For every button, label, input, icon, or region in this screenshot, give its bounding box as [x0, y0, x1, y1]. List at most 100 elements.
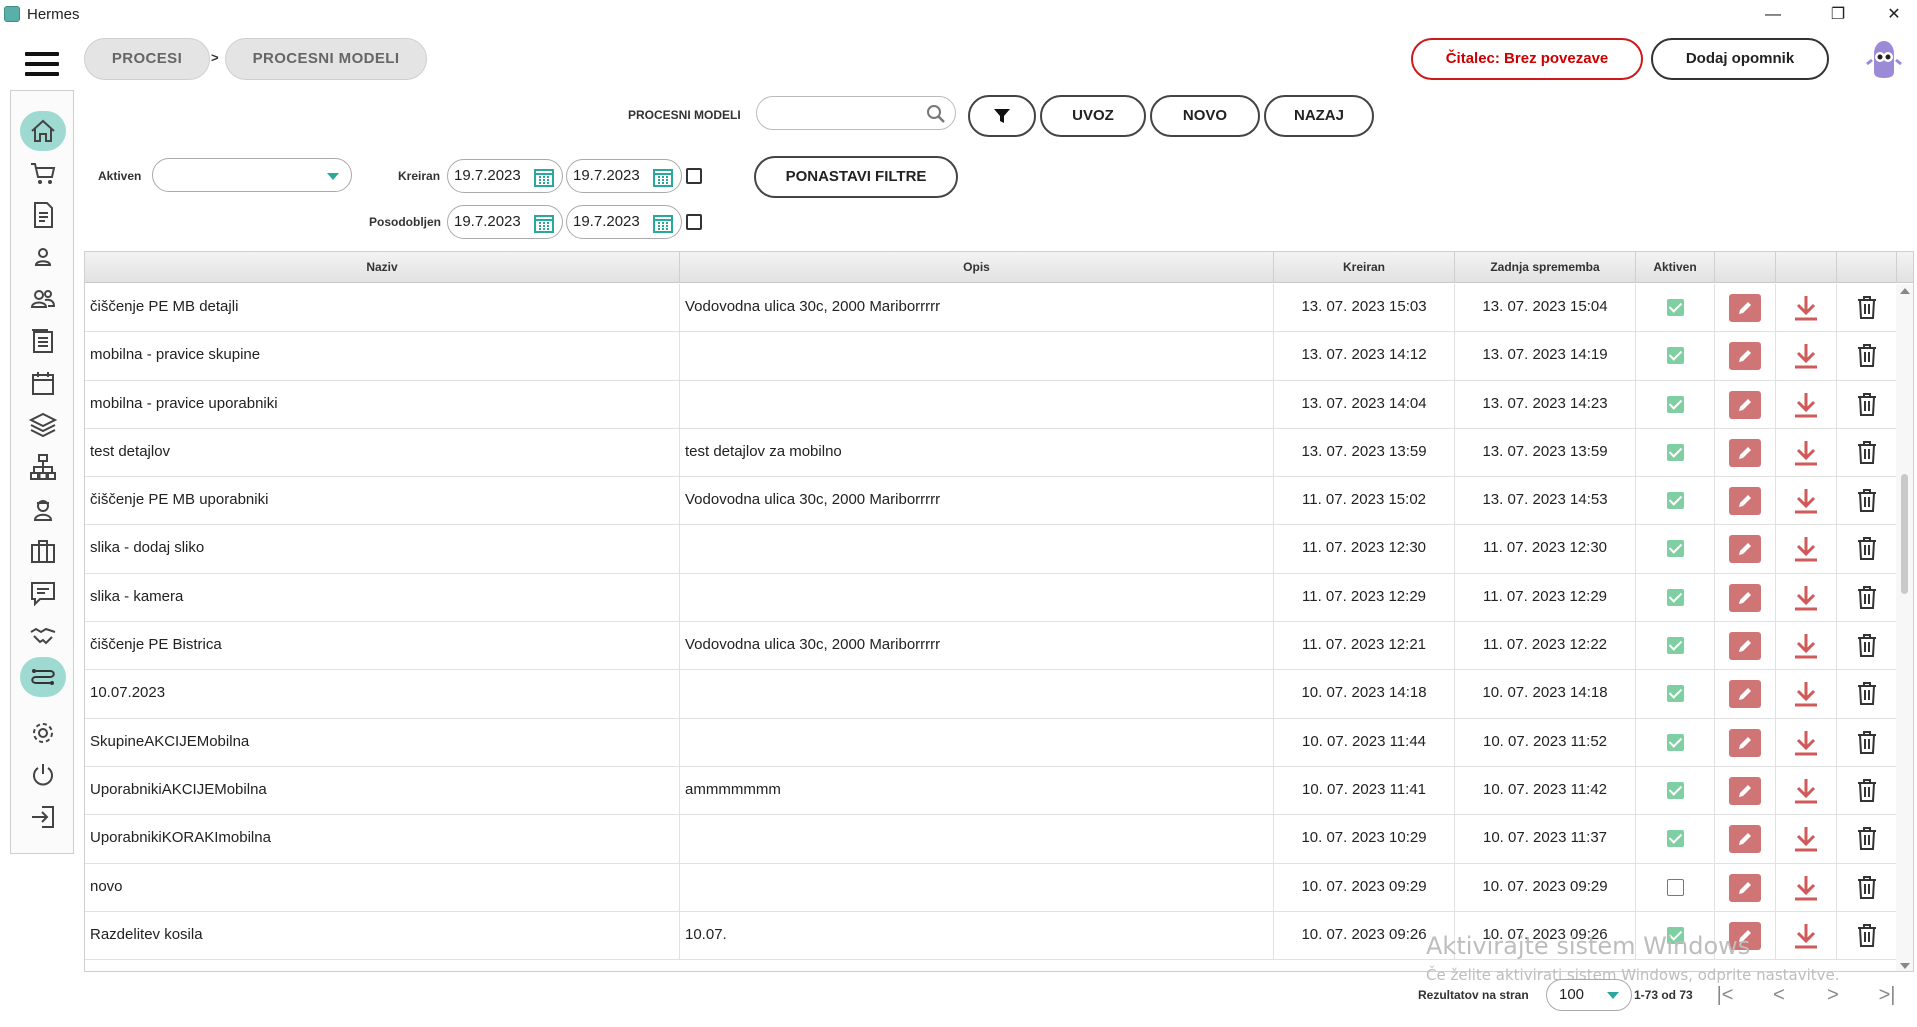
delete-button[interactable] [1854, 390, 1880, 429]
nav-handshake[interactable] [20, 615, 66, 655]
created-from-date[interactable]: 19.7.2023 [447, 159, 563, 193]
nav-power[interactable] [20, 755, 66, 795]
delete-button[interactable] [1854, 921, 1880, 960]
created-filter-checkbox[interactable] [686, 168, 702, 184]
nav-user[interactable] [20, 237, 66, 277]
calendar-icon[interactable] [653, 213, 673, 233]
calendar-icon[interactable] [534, 167, 554, 187]
download-button[interactable] [1791, 921, 1821, 960]
nav-hierarchy[interactable] [20, 447, 66, 487]
import-button[interactable]: UVOZ [1040, 95, 1146, 137]
active-filter-select[interactable] [152, 158, 352, 192]
download-button[interactable] [1791, 583, 1821, 622]
column-header-naziv[interactable]: Naziv [85, 252, 680, 283]
prev-page-button[interactable]: < [1766, 982, 1792, 1008]
nav-chat[interactable] [20, 573, 66, 613]
nav-worker[interactable] [20, 489, 66, 529]
download-button[interactable] [1791, 873, 1821, 912]
table-row[interactable]: čiščenje PE Bistrica Vodovodna ulica 30c,… [85, 622, 1897, 671]
column-header-opis[interactable]: Opis [680, 252, 1274, 283]
menu-icon[interactable] [25, 52, 59, 76]
first-page-button[interactable]: |< [1712, 982, 1738, 1008]
edit-button[interactable] [1729, 487, 1761, 516]
download-button[interactable] [1791, 824, 1821, 863]
delete-button[interactable] [1854, 534, 1880, 573]
nav-calendar[interactable] [20, 363, 66, 403]
table-row[interactable]: test detajlov test detajlov za mobilno 13.… [85, 428, 1897, 478]
edit-button[interactable] [1729, 632, 1761, 661]
nav-list[interactable] [20, 321, 66, 361]
nav-users[interactable] [20, 279, 66, 319]
nav-briefcase[interactable] [20, 531, 66, 571]
delete-button[interactable] [1854, 873, 1880, 912]
search-icon[interactable] [925, 103, 947, 125]
breadcrumb-procesi[interactable]: PROCESI [84, 38, 210, 80]
updated-filter-checkbox[interactable] [686, 214, 702, 230]
last-page-button[interactable]: >| [1874, 982, 1900, 1008]
nav-processes[interactable] [20, 657, 66, 697]
edit-button[interactable] [1729, 294, 1761, 322]
download-button[interactable] [1791, 534, 1821, 573]
edit-button[interactable] [1729, 390, 1761, 419]
filter-button[interactable] [968, 95, 1036, 137]
column-header-kreiran[interactable]: Kreiran [1274, 252, 1455, 283]
nav-cart[interactable] [20, 153, 66, 193]
search-input[interactable] [756, 96, 956, 130]
table-row[interactable]: slika - dodaj sliko 11. 07. 2023 12:30 11.… [85, 525, 1897, 574]
delete-button[interactable] [1854, 631, 1880, 670]
download-button[interactable] [1791, 776, 1821, 815]
back-button[interactable]: NAZAJ [1264, 95, 1374, 137]
scroll-down-icon[interactable] [1900, 963, 1910, 969]
table-row[interactable]: čiščenje PE MB detajli Vodovodna ulica 30… [85, 284, 1897, 333]
nav-settings[interactable] [20, 713, 66, 753]
edit-button[interactable] [1729, 342, 1761, 371]
table-row[interactable]: čiščenje PE MB uporabniki Vodovodna ulica… [85, 477, 1897, 526]
calendar-icon[interactable] [534, 213, 554, 233]
nav-home[interactable] [20, 111, 66, 151]
new-button[interactable]: NOVO [1150, 95, 1260, 137]
delete-button[interactable] [1854, 486, 1880, 525]
table-row[interactable]: 10.07.2023 10. 07. 2023 14:18 10. 07. 2023… [85, 670, 1897, 719]
add-reminder-button[interactable]: Dodaj opomnik [1651, 38, 1829, 80]
delete-button[interactable] [1854, 438, 1880, 477]
table-row[interactable]: mobilna - pravice skupine 13. 07. 2023 14… [85, 332, 1897, 381]
table-row[interactable]: SkupineAKCIJEMobilna 10. 07. 2023 11:44 10… [85, 718, 1897, 767]
scrollbar-thumb[interactable] [1901, 474, 1908, 594]
edit-button[interactable] [1729, 583, 1761, 612]
maximize-button[interactable]: ❐ [1810, 0, 1866, 30]
delete-button[interactable] [1854, 341, 1880, 380]
delete-button[interactable] [1854, 728, 1880, 767]
updated-from-date[interactable]: 19.7.2023 [447, 205, 563, 239]
edit-button[interactable] [1729, 873, 1761, 902]
nav-logout[interactable] [20, 797, 66, 837]
reset-filters-button[interactable]: PONASTAVI FILTRE [754, 156, 958, 198]
download-button[interactable] [1791, 486, 1821, 525]
close-button[interactable]: ✕ [1866, 0, 1917, 30]
nav-layers[interactable] [20, 405, 66, 445]
edit-button[interactable] [1729, 438, 1761, 467]
table-row[interactable]: UporabnikiAKCIJEMobilna ammmmmmm 10. 07. 2… [85, 766, 1897, 816]
avatar[interactable] [1864, 38, 1904, 80]
delete-button[interactable] [1854, 293, 1880, 332]
table-row[interactable]: novo 10. 07. 2023 09:29 10. 07. 2023 09:29 [85, 863, 1897, 912]
next-page-button[interactable]: > [1820, 982, 1846, 1008]
created-to-date[interactable]: 19.7.2023 [566, 159, 682, 193]
download-button[interactable] [1791, 293, 1821, 332]
delete-button[interactable] [1854, 776, 1880, 815]
calendar-icon[interactable] [653, 167, 673, 187]
delete-button[interactable] [1854, 583, 1880, 622]
reader-status-button[interactable]: Čitalec: Brez povezave [1411, 38, 1643, 80]
download-button[interactable] [1791, 728, 1821, 767]
scroll-up-icon[interactable] [1900, 288, 1910, 294]
edit-button[interactable] [1729, 728, 1761, 757]
nav-documents[interactable] [20, 195, 66, 235]
download-button[interactable] [1791, 390, 1821, 429]
delete-button[interactable] [1854, 679, 1880, 718]
download-button[interactable] [1791, 631, 1821, 670]
column-header-zadnja-sprememba[interactable]: Zadnja sprememba [1455, 252, 1636, 283]
delete-button[interactable] [1854, 824, 1880, 863]
download-button[interactable] [1791, 341, 1821, 380]
updated-to-date[interactable]: 19.7.2023 [566, 205, 682, 239]
edit-button[interactable] [1729, 776, 1761, 805]
download-button[interactable] [1791, 679, 1821, 718]
